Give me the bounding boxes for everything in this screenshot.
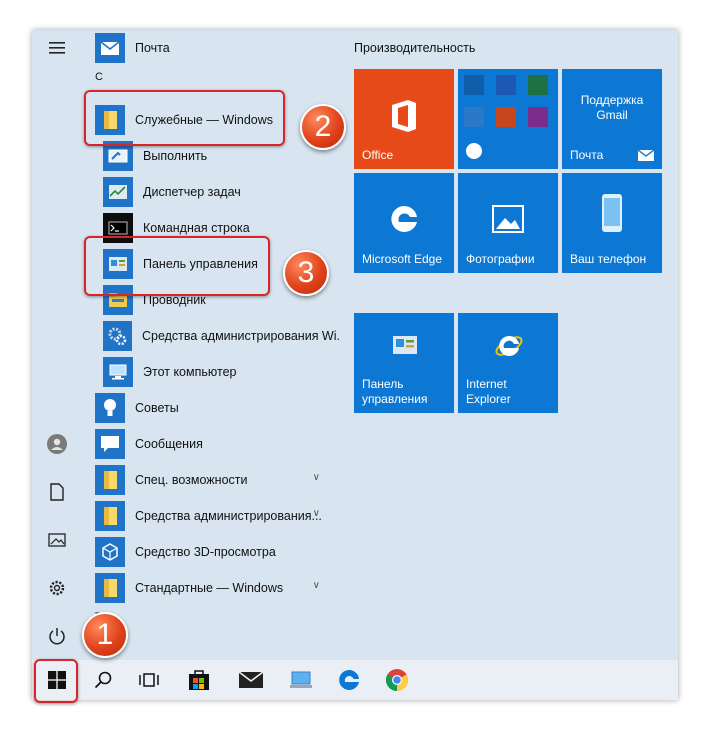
- app-item-3d-viewer[interactable]: Средство 3D-просмотра: [82, 534, 340, 570]
- app-label: Этот компьютер: [143, 365, 237, 379]
- tile-gmail-support[interactable]: Поддержка Gmail Почта: [562, 69, 662, 169]
- app-label: Выполнить: [143, 149, 208, 163]
- app-item-admin-tools-windows[interactable]: Средства администрирования Wi...: [82, 318, 340, 354]
- chevron-down-icon[interactable]: ∨: [313, 472, 320, 483]
- search-icon: [94, 671, 112, 689]
- app-label: Средства администрирования Wi...: [141, 329, 340, 343]
- taskbar-edge[interactable]: [326, 660, 372, 700]
- app-label: Средства администрирования...: [135, 509, 322, 523]
- app-label: Диспетчер задач: [143, 185, 241, 199]
- taskbar-store[interactable]: [176, 660, 222, 700]
- powerpoint-icon: [496, 107, 516, 127]
- onenote-icon: [528, 107, 548, 127]
- letter-header-s[interactable]: С: [82, 70, 340, 84]
- word-icon: [496, 75, 516, 95]
- tile-office[interactable]: Office: [354, 69, 454, 169]
- internet-explorer-icon: [495, 335, 523, 356]
- store-icon: [189, 670, 209, 690]
- hamburger-menu-icon[interactable]: [32, 30, 82, 66]
- admin-tools-icon: [103, 321, 132, 351]
- app-label: Советы: [135, 401, 179, 415]
- app-item-admin-tools[interactable]: Средства администрирования... ∨: [82, 498, 340, 534]
- skype-icon: [464, 141, 484, 161]
- tile-internet-explorer[interactable]: Internet Explorer: [458, 313, 558, 413]
- this-pc-icon: [290, 671, 312, 688]
- settings-gear-icon[interactable]: [32, 570, 82, 606]
- folder-icon: [95, 465, 125, 495]
- app-label: Спец. возможности: [135, 473, 248, 487]
- taskbar-this-pc[interactable]: [278, 660, 324, 700]
- task-view-icon: [139, 673, 159, 687]
- onedrive-icon: [464, 107, 484, 127]
- messages-icon: [95, 429, 125, 459]
- tips-icon: [95, 393, 125, 423]
- outlook-icon: [464, 75, 484, 95]
- step-badge-2: 2: [300, 104, 346, 150]
- app-label: Командная строка: [143, 221, 250, 235]
- taskbar: [32, 660, 678, 700]
- app-item-task-manager[interactable]: Диспетчер задач: [82, 174, 340, 210]
- chevron-down-icon[interactable]: ∨: [313, 580, 320, 591]
- 3d-viewer-icon: [95, 537, 125, 567]
- app-item-mail[interactable]: Почта: [82, 30, 340, 66]
- documents-icon[interactable]: [32, 474, 82, 510]
- app-item-accessibility[interactable]: Спец. возможности ∨: [82, 462, 340, 498]
- edge-icon: [339, 669, 359, 690]
- tile-office-apps[interactable]: [458, 69, 558, 169]
- tile-microsoft-edge[interactable]: Microsoft Edge: [354, 173, 454, 273]
- chevron-down-icon[interactable]: ∨: [313, 508, 320, 519]
- taskbar-chrome[interactable]: [374, 660, 420, 700]
- control-panel-icon: [393, 336, 417, 354]
- app-item-this-pc[interactable]: Этот компьютер: [82, 354, 340, 390]
- folder-icon: [95, 573, 125, 603]
- app-item-accessories-windows[interactable]: Стандартные — Windows ∨: [82, 570, 340, 606]
- app-label: Средство 3D-просмотра: [135, 545, 276, 559]
- mail-icon: [95, 33, 125, 63]
- mail-icon: [239, 672, 263, 688]
- office-icon: [392, 100, 416, 132]
- taskbar-mail[interactable]: [228, 660, 274, 700]
- step-badge-1: 1: [82, 612, 128, 658]
- task-view-button[interactable]: [126, 660, 172, 700]
- highlight-start-button: [34, 659, 78, 703]
- start-rail: [32, 30, 82, 660]
- chrome-icon: [386, 669, 408, 691]
- step-badge-3: 3: [283, 250, 329, 296]
- tile-your-phone[interactable]: Ваш телефон: [562, 173, 662, 273]
- task-manager-icon: [103, 177, 133, 207]
- search-button[interactable]: [80, 660, 126, 700]
- tile-group-title: Производительность: [354, 41, 476, 55]
- app-item-tips[interactable]: Советы: [82, 390, 340, 426]
- mail-icon: [638, 150, 654, 161]
- this-pc-icon: [103, 357, 133, 387]
- app-label: Сообщения: [135, 437, 203, 451]
- folder-icon: [95, 501, 125, 531]
- highlight-control-panel: [84, 236, 270, 296]
- app-label: Стандартные — Windows: [135, 581, 284, 595]
- photos-icon: [492, 205, 524, 233]
- highlight-windows-system: [84, 90, 285, 146]
- edge-icon: [391, 205, 417, 232]
- excel-icon: [528, 75, 548, 95]
- pictures-icon[interactable]: [32, 522, 82, 558]
- power-icon[interactable]: [32, 618, 82, 654]
- phone-icon: [602, 194, 622, 232]
- tile-control-panel[interactable]: Панель управления: [354, 313, 454, 413]
- app-label: Почта: [135, 41, 170, 55]
- user-account-icon[interactable]: [32, 426, 82, 462]
- tile-photos[interactable]: Фотографии: [458, 173, 558, 273]
- app-item-messages[interactable]: Сообщения: [82, 426, 340, 462]
